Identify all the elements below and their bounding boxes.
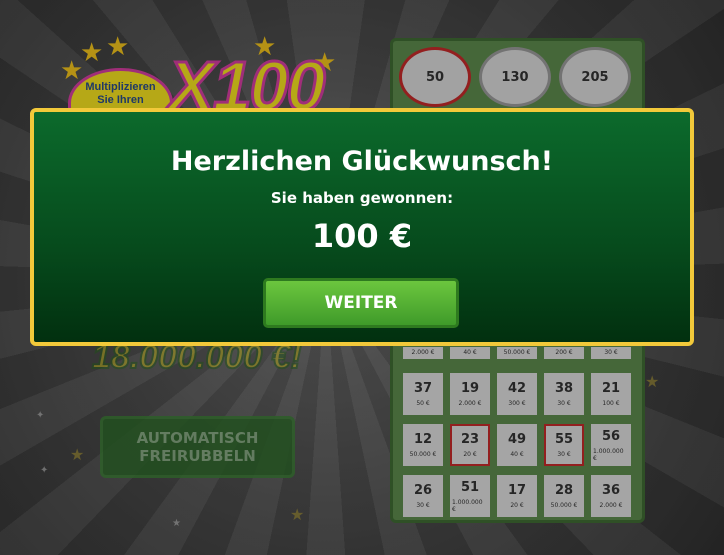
continue-button-label: WEITER: [324, 293, 398, 313]
continue-button[interactable]: WEITER: [263, 278, 459, 328]
win-dialog: Herzlichen Glückwunsch! Sie haben gewonn…: [30, 108, 694, 346]
dialog-subtitle: Sie haben gewonnen:: [270, 189, 454, 207]
win-amount: 100 €: [311, 217, 413, 255]
dialog-title: Herzlichen Glückwunsch!: [170, 146, 554, 177]
